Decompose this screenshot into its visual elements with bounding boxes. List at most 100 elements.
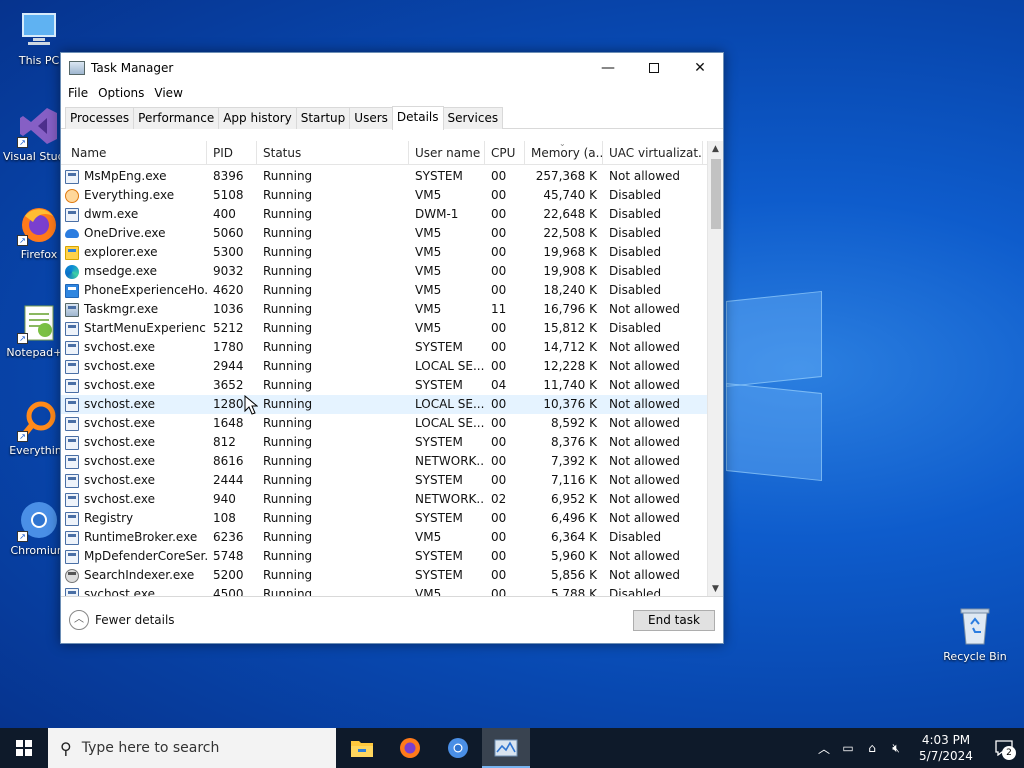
cell-status: Running — [263, 416, 313, 430]
notepad-plus-plus-icon: ↗ — [17, 300, 61, 344]
table-row[interactable]: svchost.exe 3652 Running SYSTEM 04 11,740 K No… — [61, 376, 707, 395]
table-row[interactable]: svchost.exe 1280 Running LOCAL SE... 00 10,37… — [61, 395, 707, 414]
clock[interactable]: 4:03 PM 5/7/2024 — [908, 732, 984, 764]
column-header-name[interactable]: Name — [61, 141, 207, 165]
cell-cpu: 00 — [491, 530, 507, 544]
table-row[interactable]: PhoneExperienceHo... 4620 Running VM5 00 18,2… — [61, 281, 707, 300]
column-header-memory[interactable]: Memory (a... ⌄ — [525, 141, 603, 165]
tab-details[interactable]: Details — [391, 106, 444, 130]
table-row[interactable]: MpDefenderCoreSer... 5748 Running SYSTEM 00 5… — [61, 547, 707, 566]
tab-processes[interactable]: Processes — [65, 107, 135, 129]
tab-users[interactable]: Users — [349, 107, 393, 129]
tab-app-history[interactable]: App history — [218, 107, 297, 129]
cell-uac-virtualization: Not allowed — [609, 568, 681, 582]
table-row[interactable]: StartMenuExperienc... 5212 Running VM5 00 15,… — [61, 319, 707, 338]
column-header-cpu[interactable]: CPU — [485, 141, 525, 165]
taskbar-app-file-explorer[interactable] — [338, 728, 386, 768]
folder-icon — [65, 245, 79, 260]
cell-uac-virtualization: Not allowed — [609, 340, 681, 354]
cell-pid: 812 — [213, 435, 236, 449]
table-row[interactable]: svchost.exe 2944 Running LOCAL SE... 00 12,22… — [61, 357, 707, 376]
table-row[interactable]: Taskmgr.exe 1036 Running VM5 11 16,796 K Not a… — [61, 300, 707, 319]
cell-memory: 257,368 K — [535, 169, 597, 183]
fewer-details-link[interactable]: Fewer details — [95, 613, 175, 627]
table-row[interactable]: Registry 108 Running SYSTEM 00 6,496 K Not all… — [61, 509, 707, 528]
table-row[interactable]: OneDrive.exe 5060 Running VM5 00 22,508 K Disa… — [61, 224, 707, 243]
taskbar-search-box[interactable]: ⚲ Type here to search — [48, 728, 336, 768]
cell-user-name: NETWORK... — [415, 454, 485, 468]
minimize-button[interactable]: — — [585, 53, 631, 83]
taskbar-app-task-manager[interactable] — [482, 728, 530, 768]
table-row[interactable]: svchost.exe 1648 Running LOCAL SE... 00 8,592… — [61, 414, 707, 433]
column-header-user-name[interactable]: User name — [409, 141, 485, 165]
chevron-up-icon[interactable]: ︿ — [69, 610, 89, 630]
table-row[interactable]: svchost.exe 4500 Running VM5 00 5,788 K Disabl… — [61, 585, 707, 597]
tab-services[interactable]: Services — [442, 107, 504, 129]
tab-startup[interactable]: Startup — [295, 107, 351, 129]
chevron-up-icon[interactable]: ︿ — [812, 740, 836, 757]
table-row[interactable]: MsMpEng.exe 8396 Running SYSTEM 00 257,368 K N… — [61, 167, 707, 186]
menu-bar: File Options View — [61, 83, 723, 103]
network-icon[interactable]: ⌂ — [860, 741, 884, 755]
cell-memory: 5,788 K — [550, 587, 597, 597]
end-task-button[interactable]: End task — [633, 610, 715, 631]
maximize-button[interactable] — [631, 53, 677, 83]
scroll-down-arrow-icon[interactable]: ▼ — [708, 581, 723, 596]
cell-uac-virtualization: Not allowed — [609, 169, 681, 183]
table-row[interactable]: Everything.exe 5108 Running VM5 00 45,740 K Di… — [61, 186, 707, 205]
column-header-pid[interactable]: PID — [207, 141, 257, 165]
tab-performance[interactable]: Performance — [133, 107, 220, 129]
taskbar-app-firefox[interactable] — [386, 728, 434, 768]
cell-cpu: 11 — [491, 302, 507, 316]
menu-options[interactable]: Options — [93, 86, 149, 100]
cell-cpu: 00 — [491, 340, 507, 354]
process-name: OneDrive.exe — [84, 226, 166, 240]
display-icon[interactable]: ▭ — [836, 741, 860, 755]
column-header-uac-virtualization[interactable]: UAC virtualizat... — [603, 141, 703, 165]
table-row[interactable]: svchost.exe 1780 Running SYSTEM 00 14,712 K No… — [61, 338, 707, 357]
cell-status: Running — [263, 378, 313, 392]
table-row[interactable]: svchost.exe 812 Running SYSTEM 00 8,376 K Not … — [61, 433, 707, 452]
table-row[interactable]: SearchIndexer.exe 5200 Running SYSTEM 00 5,85… — [61, 566, 707, 585]
desktop-icon-label: Recycle Bin — [943, 650, 1007, 663]
process-name: PhoneExperienceHo... — [84, 283, 207, 297]
table-row[interactable]: RuntimeBroker.exe 6236 Running VM5 00 6,364 K… — [61, 528, 707, 547]
table-row[interactable]: explorer.exe 5300 Running VM5 00 19,968 K Disa… — [61, 243, 707, 262]
scroll-up-arrow-icon[interactable]: ▲ — [708, 141, 723, 157]
table-row[interactable]: dwm.exe 400 Running DWM-1 00 22,648 K Disabled — [61, 205, 707, 224]
menu-view[interactable]: View — [149, 86, 187, 100]
cell-pid: 2944 — [213, 359, 244, 373]
edge-icon — [65, 264, 79, 279]
close-button[interactable]: ✕ — [677, 53, 723, 83]
process-name: svchost.exe — [84, 397, 155, 411]
cell-memory: 6,496 K — [550, 511, 597, 525]
cell-user-name: VM5 — [415, 188, 442, 202]
notification-center-button[interactable]: 2 — [984, 728, 1024, 768]
menu-file[interactable]: File — [63, 86, 93, 100]
volume-muted-icon[interactable]: 🔇︎ — [884, 741, 908, 756]
table-row[interactable]: msedge.exe 9032 Running VM5 00 19,908 K Disabl… — [61, 262, 707, 281]
phone-link-icon — [65, 283, 79, 298]
title-bar[interactable]: Task Manager — ✕ — [61, 53, 723, 83]
table-row[interactable]: svchost.exe 2444 Running SYSTEM 00 7,116 K Not… — [61, 471, 707, 490]
column-header-status[interactable]: Status — [257, 141, 409, 165]
vertical-scrollbar[interactable]: ▲ ▼ — [707, 141, 723, 596]
cell-user-name: VM5 — [415, 530, 442, 544]
table-row[interactable]: svchost.exe 8616 Running NETWORK... 00 7,392 … — [61, 452, 707, 471]
cell-cpu: 00 — [491, 169, 507, 183]
cell-user-name: LOCAL SE... — [415, 359, 485, 373]
desktop-icon-recycle-bin[interactable]: Recycle Bin — [939, 604, 1011, 664]
cell-status: Running — [263, 226, 313, 240]
cell-uac-virtualization: Not allowed — [609, 473, 681, 487]
cell-status: Running — [263, 549, 313, 563]
visual-studio-icon: ↗ — [17, 104, 61, 148]
cell-pid: 940 — [213, 492, 236, 506]
cell-pid: 5108 — [213, 188, 244, 202]
cell-name: Taskmgr.exe — [61, 300, 207, 319]
table-row[interactable]: svchost.exe 940 Running NETWORK... 02 6,952 K… — [61, 490, 707, 509]
scrollbar-thumb[interactable] — [711, 159, 721, 229]
mouse-cursor-icon — [244, 395, 258, 415]
start-button[interactable] — [0, 728, 48, 768]
cell-user-name: DWM-1 — [415, 207, 459, 221]
taskbar-app-chromium[interactable] — [434, 728, 482, 768]
